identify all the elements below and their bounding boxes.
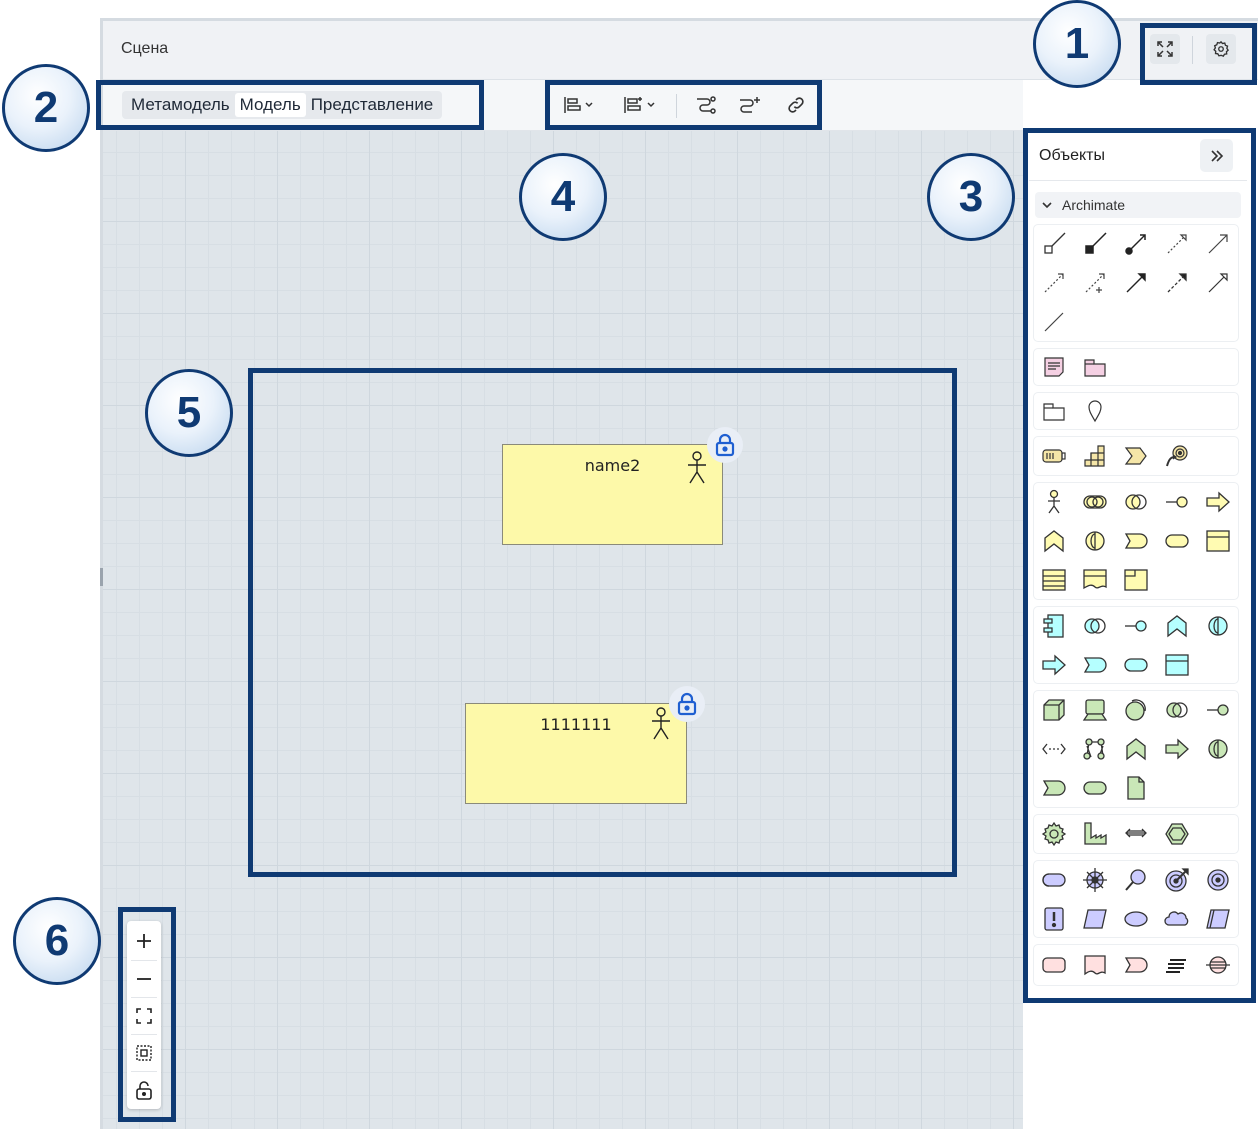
annotation-badge-1: 1 [1033, 0, 1121, 88]
annotation-badge-6: 6 [13, 897, 101, 985]
annotation-badge-4: 4 [519, 153, 607, 241]
annotation-badge-2: 2 [2, 64, 90, 152]
resize-handle[interactable] [100, 568, 103, 586]
highlight-box-4 [545, 80, 822, 130]
highlight-box-5 [248, 368, 957, 877]
annotation-badge-3: 3 [927, 153, 1015, 241]
annotation-badge-5: 5 [145, 369, 233, 457]
scene-title: Сцена [121, 40, 169, 57]
highlight-box-2 [96, 80, 484, 130]
highlight-box-3 [1023, 128, 1256, 1003]
highlight-box-6 [118, 907, 176, 1122]
highlight-box-1 [1140, 23, 1257, 85]
